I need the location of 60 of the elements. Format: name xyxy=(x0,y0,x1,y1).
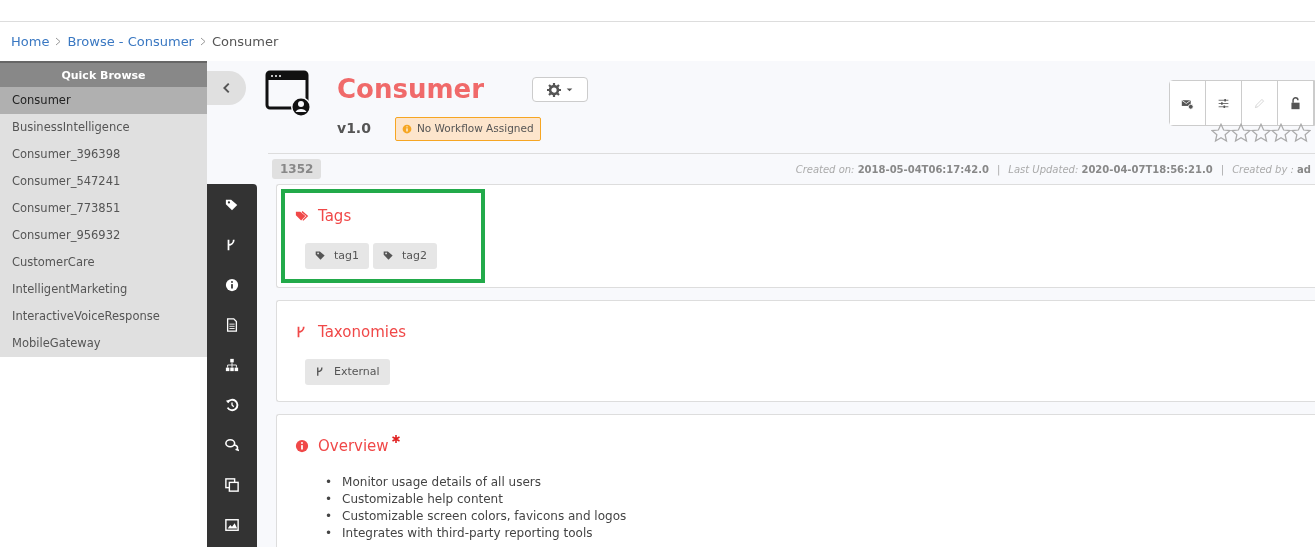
taxonomy-icon xyxy=(315,366,326,378)
caret-icon xyxy=(564,85,574,94)
quick-browse-item[interactable]: Consumer xyxy=(0,87,207,114)
document-icon[interactable] xyxy=(225,318,239,332)
comments-icon[interactable] xyxy=(225,438,239,452)
quick-browse-title: Quick Browse xyxy=(0,61,207,87)
tag-chip[interactable]: tag1 xyxy=(305,242,370,269)
section-title: Taxonomies xyxy=(318,322,406,343)
star-icon xyxy=(1291,123,1311,143)
section-title: Overview xyxy=(318,436,389,457)
metadata-text: Created on: 2018-05-04T06:17:42.0 | Last Updated: 2020-04-07T18:56:21.0 | Created by : ad xyxy=(795,162,1311,177)
star-icon xyxy=(1211,123,1231,143)
info-icon[interactable] xyxy=(225,278,239,292)
quick-browse-item[interactable]: BusinessIntelligence xyxy=(0,114,207,141)
quick-browse-item[interactable]: MobileGateway xyxy=(0,330,207,357)
tags-icon xyxy=(295,209,309,224)
overview-bullet: Monitor usage details of all users xyxy=(342,473,541,491)
tag-icon xyxy=(315,250,326,262)
overview-bullet: Customizable screen colors, favicons and logos xyxy=(342,507,627,525)
taxonomy-chip[interactable]: External xyxy=(305,358,390,385)
quick-browse-item[interactable]: IntelligentMarketing xyxy=(0,276,207,303)
overview-bullet: Customizable help content xyxy=(342,490,503,508)
page-title: Consumer xyxy=(337,73,484,106)
star-icon xyxy=(1251,123,1271,143)
bullet-marker: • xyxy=(325,490,333,508)
star-icon xyxy=(1271,123,1291,143)
required-asterisk-icon xyxy=(391,435,400,443)
sitemap-icon[interactable] xyxy=(225,358,239,372)
star-icon xyxy=(1231,123,1251,143)
bullet-marker: • xyxy=(325,507,333,525)
overview-bullet: Integrates with third-party reporting tools xyxy=(342,524,593,542)
chevron-right-icon xyxy=(200,37,206,46)
settings-dropdown-button[interactable] xyxy=(532,77,588,102)
quick-browse-item[interactable]: Consumer_547241 xyxy=(0,168,207,195)
breadcrumb-current: Consumer xyxy=(212,32,279,51)
chevron-right-icon xyxy=(55,37,62,46)
window-user-icon xyxy=(265,70,313,118)
tag-chip[interactable]: tag2 xyxy=(373,242,438,269)
workflow-badge: No Workflow Assigned xyxy=(394,117,541,141)
copy-icon[interactable] xyxy=(225,478,239,492)
history-icon[interactable] xyxy=(225,398,239,412)
quick-browse-item[interactable]: Consumer_396398 xyxy=(0,141,207,168)
breadcrumb-link[interactable]: Browse - Consumer xyxy=(67,31,194,52)
image-icon[interactable] xyxy=(225,518,239,532)
bullet-marker: • xyxy=(325,524,333,542)
quick-browse-item[interactable]: Consumer_773851 xyxy=(0,195,207,222)
info-icon xyxy=(401,123,412,134)
id-badge: 1352 xyxy=(272,159,322,179)
mail-button[interactable] xyxy=(1170,81,1206,125)
settings-icon xyxy=(546,82,561,97)
quick-browse-item[interactable]: CustomerCare xyxy=(0,249,207,276)
bullet-marker: • xyxy=(325,473,333,491)
section-title: Tags xyxy=(318,206,352,227)
quick-browse-item[interactable]: InteractiveVoiceResponse xyxy=(0,303,207,330)
breadcrumb-link[interactable]: Home xyxy=(11,31,50,52)
tag-icon xyxy=(383,250,395,262)
tag-icon[interactable] xyxy=(225,198,239,212)
version-label: v1.0 xyxy=(337,119,371,139)
info-icon xyxy=(295,439,309,454)
quick-browse-item[interactable]: Consumer_956932 xyxy=(0,222,207,249)
